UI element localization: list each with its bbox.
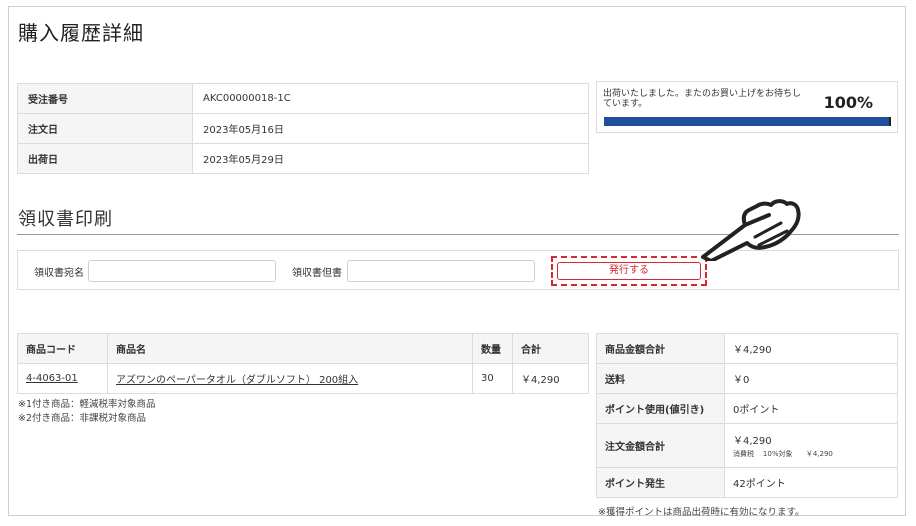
note-label: 領収書但書	[292, 268, 342, 279]
shipping-progress-bar	[604, 117, 891, 126]
receipt-addressee-input[interactable]	[88, 260, 276, 282]
col-header-code: 商品コード	[17, 333, 108, 364]
table-row: 商品金額合計 ￥4,290	[596, 333, 898, 364]
shipping-label: 送料	[596, 363, 725, 394]
order-total-cell: ￥4,290 消費税 10%対象 ￥4,290	[724, 423, 898, 468]
subtotal-value: ￥4,290	[724, 333, 898, 364]
product-name-link[interactable]: アズワンのペーパータオル（ダブルソフト） 200組入	[116, 375, 358, 386]
product-name-cell: アズワンのペーパータオル（ダブルソフト） 200組入	[107, 363, 473, 394]
table-row: 受注番号 AKC00000018-1C	[17, 83, 589, 114]
tax-breakdown: 消費税 10%対象 ￥4,290	[733, 449, 889, 459]
table-row: 注文金額合計 ￥4,290 消費税 10%対象 ￥4,290	[596, 423, 898, 468]
purchase-detail-panel: 購入履歴詳細 受注番号 AKC00000018-1C 注文日 2023年05月1…	[8, 6, 906, 518]
order-number-value: AKC00000018-1C	[192, 83, 589, 114]
table-row: 送料 ￥0	[596, 363, 898, 394]
product-code-cell: 4-4063-01	[17, 363, 108, 394]
tax-value: ￥4,290	[805, 450, 833, 458]
table-row: ポイント発生 42ポイント	[596, 467, 898, 498]
reduced-tax-note: ※1付き商品：軽減税率対象商品	[18, 399, 156, 410]
table-row: 出荷日 2023年05月29日	[17, 143, 589, 174]
subtotal-label: 商品金額合計	[596, 333, 725, 364]
table-row: ポイント使用(値引き) 0ポイント	[596, 393, 898, 424]
product-total: ￥4,290	[512, 363, 589, 394]
points-earned-label: ポイント発生	[596, 467, 725, 498]
status-percent: 100%	[823, 93, 873, 112]
points-earned-value: 42ポイント	[724, 467, 898, 498]
receipt-section-title: 領収書印刷	[18, 209, 113, 230]
shipping-progress-fill	[604, 117, 889, 126]
product-table: 商品コード 商品名 数量 合計 4-4063-01 アズワンのペーパータオル（ダ…	[17, 333, 589, 394]
order-info-table: 受注番号 AKC00000018-1C 注文日 2023年05月16日 出荷日 …	[17, 83, 589, 174]
col-header-total: 合計	[512, 333, 589, 364]
totals-table: 商品金額合計 ￥4,290 送料 ￥0 ポイント使用(値引き) 0ポイント 注文…	[596, 333, 898, 498]
order-total-value: ￥4,290	[733, 436, 772, 447]
status-message: 出荷いたしました。またのお買い上げをお待ちしています。	[603, 89, 802, 109]
receipt-note-input[interactable]	[347, 260, 535, 282]
points-note: ※獲得ポイントは商品出荷時に有効になります。	[598, 507, 805, 518]
table-row: 4-4063-01 アズワンのペーパータオル（ダブルソフト） 200組入 30 …	[17, 363, 589, 394]
points-used-label: ポイント使用(値引き)	[596, 393, 725, 424]
ship-date-label: 出荷日	[17, 143, 193, 174]
shipping-status-box: 出荷いたしました。またのお買い上げをお待ちしています。 100%	[596, 81, 898, 133]
product-code-link[interactable]: 4-4063-01	[26, 373, 78, 384]
issue-receipt-button[interactable]: 発行する	[557, 262, 701, 280]
order-number-label: 受注番号	[17, 83, 193, 114]
col-header-qty: 数量	[472, 333, 513, 364]
order-total-label: 注文金額合計	[596, 423, 725, 468]
addressee-label: 領収書宛名	[34, 268, 84, 279]
table-row: 注文日 2023年05月16日	[17, 113, 589, 144]
order-date-value: 2023年05月16日	[192, 113, 589, 144]
points-used-value: 0ポイント	[724, 393, 898, 424]
page-title: 購入履歴詳細	[18, 21, 144, 45]
tax-label: 消費税	[733, 450, 754, 458]
tax-exempt-note: ※2付き商品：非課税対象商品	[18, 413, 147, 424]
table-header-row: 商品コード 商品名 数量 合計	[17, 333, 589, 364]
tax-rate-label: 10%対象	[762, 450, 793, 458]
col-header-name: 商品名	[107, 333, 473, 364]
ship-date-value: 2023年05月29日	[192, 143, 589, 174]
tax-notes: ※1付き商品：軽減税率対象商品 ※2付き商品：非課税対象商品	[18, 398, 156, 426]
shipping-value: ￥0	[724, 363, 898, 394]
issue-button-highlight: 発行する	[551, 256, 707, 286]
order-date-label: 注文日	[17, 113, 193, 144]
product-qty: 30	[472, 363, 513, 394]
pointing-hand-icon	[701, 199, 801, 261]
